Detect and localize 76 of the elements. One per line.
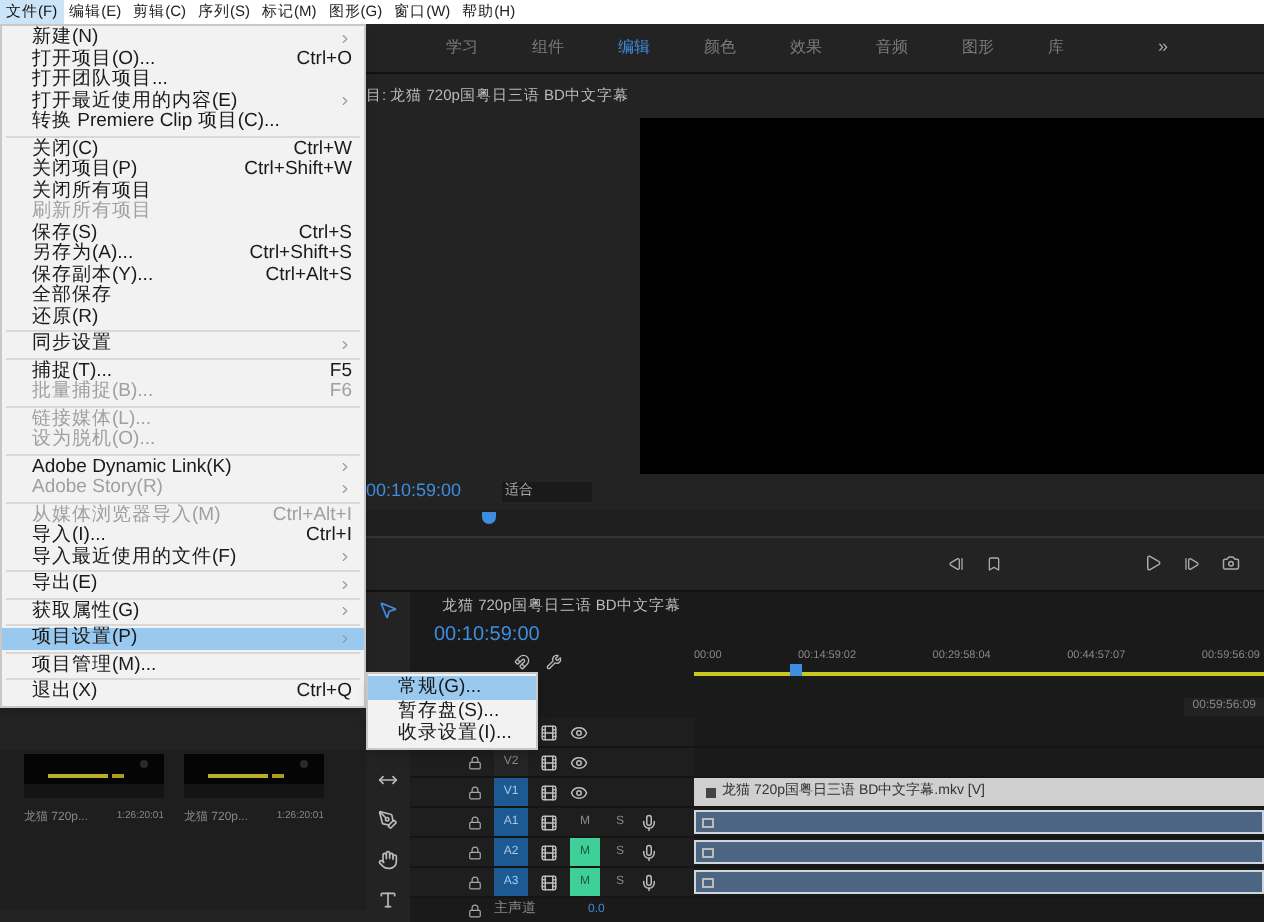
lock-icon[interactable] [468,755,482,769]
slip-tool-icon[interactable] [378,770,398,790]
workspace-tab[interactable]: 颜色 [704,35,736,60]
audio-clip[interactable] [694,840,1264,864]
lock-icon[interactable] [468,845,482,859]
menu-item[interactable]: 还原(R) [2,307,364,328]
workspace-tab[interactable]: 效果 [790,35,822,60]
menu-item[interactable]: 退出(X) Ctrl+Q [2,682,364,703]
timecode: 00:10:59:00 [366,478,462,504]
sync-lock-icon[interactable] [540,753,558,771]
snap-icon[interactable] [514,654,530,670]
microphone-icon[interactable] [640,843,659,861]
playhead[interactable] [482,511,497,524]
camera-icon[interactable] [1222,554,1240,573]
menu-item[interactable]: 项目管理(M)... [2,655,364,676]
playhead[interactable] [790,664,803,676]
menu-item[interactable]: 收录设置(I)... [368,722,536,745]
menu-item[interactable]: 关闭项目(P) Ctrl+Shift+W [2,160,364,181]
menu-item[interactable]: 获取属性(G) [2,601,364,622]
menu-item[interactable]: 全部保存 [2,286,364,307]
menu-item[interactable]: 同步设置 [2,334,364,355]
workspace-tab[interactable]: 库 [1048,35,1064,60]
menu-item[interactable]: 打开项目(O)... Ctrl+O [2,49,364,70]
step-forward-icon[interactable] [1184,555,1200,572]
lock-icon[interactable] [468,875,482,889]
selection-tool-icon[interactable] [378,600,398,620]
menu-item[interactable]: 导入(I)... Ctrl+I [2,526,364,547]
step-back-icon[interactable] [948,555,964,572]
hand-tool-icon[interactable] [378,850,398,870]
more-workspaces-button[interactable]: » [1158,34,1169,62]
eye-icon[interactable] [570,753,588,771]
menu-item[interactable]: 关闭(C) Ctrl+W [2,139,364,160]
sync-lock-icon[interactable] [540,783,558,801]
workspace-tab[interactable]: 图形 [962,35,994,60]
audio-clip[interactable] [694,810,1264,834]
menu-item[interactable]: 保存副本(Y)... Ctrl+Alt+S [2,265,364,286]
fx-icon [702,847,714,857]
menu-item[interactable]: 打开最近使用的内容(E) [2,91,364,112]
type-tool-icon[interactable] [378,890,398,910]
menu-item[interactable]: 常规(G)... [368,676,536,699]
lock-icon[interactable] [468,903,482,917]
lock-icon[interactable] [468,785,482,799]
sync-lock-icon[interactable] [540,873,558,891]
clip-icon [706,787,716,797]
fx-icon [702,817,714,827]
menu-item[interactable]: 关闭所有项目 [2,181,364,202]
sync-lock-icon[interactable] [540,843,558,861]
timecode: 00:10:59:00 [434,621,540,649]
fx-icon [702,877,714,887]
menu-item[interactable]: 项目设置(P) [2,628,364,649]
sync-lock-icon[interactable] [540,813,558,831]
microphone-icon[interactable] [640,873,659,891]
menu-item[interactable]: 打开团队项目... [2,70,364,91]
play-icon[interactable] [1144,554,1162,573]
eye-icon[interactable] [570,723,588,741]
marker-icon[interactable] [986,555,1002,572]
menu-item[interactable]: 另存为(A)... Ctrl+Shift+S [2,244,364,265]
workspace-tab[interactable]: 音频 [876,35,908,60]
eye-icon[interactable] [570,783,588,801]
lock-icon[interactable] [468,815,482,829]
menu-item[interactable]: 捕捉(T)... F5 [2,361,364,382]
menu-item[interactable]: 保存(S) Ctrl+S [2,223,364,244]
microphone-icon[interactable] [640,813,659,831]
workspace-tab[interactable]: 编辑 [618,35,650,60]
menu-item[interactable]: Adobe Dynamic Link(K) [2,457,364,478]
menu-item[interactable]: 导出(E) [2,574,364,595]
workspace-tab[interactable]: 学习 [446,35,478,60]
pen-tool-icon[interactable] [378,810,398,830]
wrench-icon[interactable] [546,654,562,670]
menu-item[interactable]: 新建(N) [2,28,364,49]
menu-item[interactable]: 暂存盘(S)... [368,699,536,722]
menu-item[interactable]: 转换 Premiere Clip 项目(C)... [2,112,364,133]
workspace-tab[interactable]: 组件 [532,35,564,60]
sync-lock-icon[interactable] [540,723,558,741]
audio-clip[interactable] [694,870,1264,894]
menu-item[interactable]: 导入最近使用的文件(F) [2,547,364,568]
